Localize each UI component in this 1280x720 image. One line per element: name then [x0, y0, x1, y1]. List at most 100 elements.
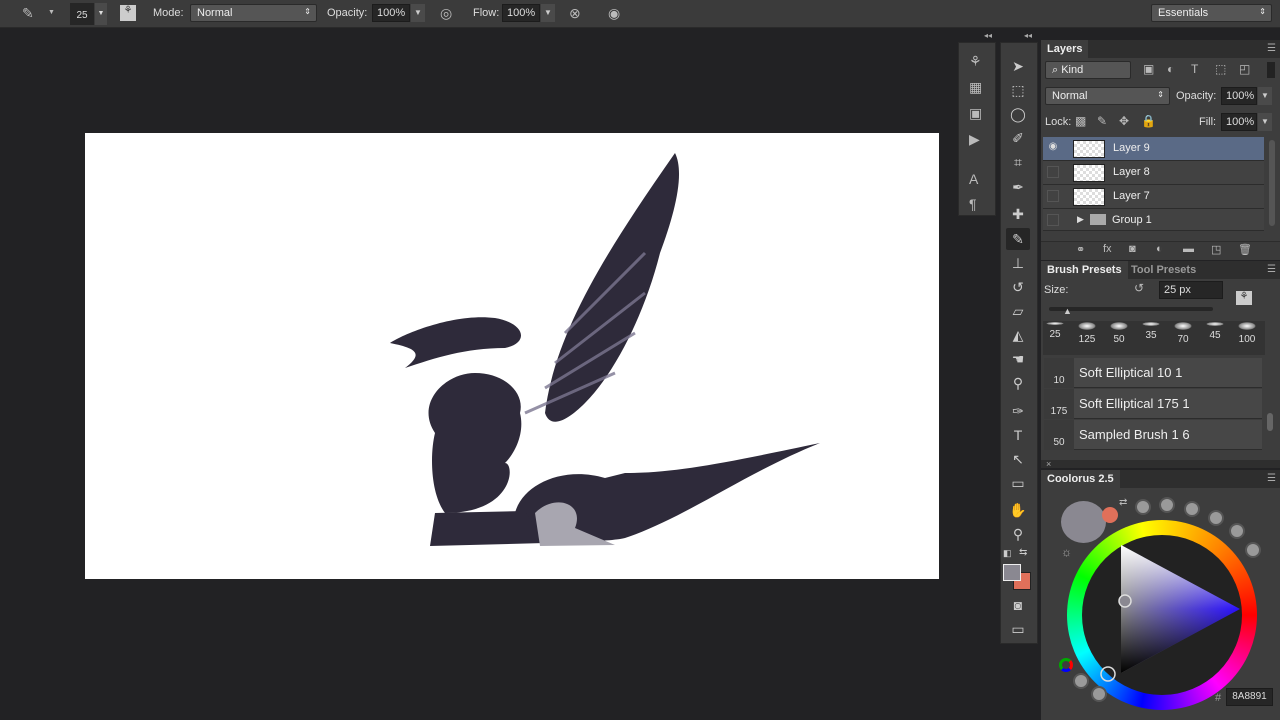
fx-icon[interactable]: fx	[1103, 243, 1112, 255]
layer-row[interactable]: Layer 8	[1043, 161, 1264, 185]
layer-row[interactable]: ◉ Layer 9	[1043, 137, 1264, 161]
tab-tool-presets[interactable]: Tool Presets	[1125, 261, 1202, 279]
foreground-color-swatch[interactable]	[1003, 564, 1021, 581]
panel-menu-icon[interactable]: ☰	[1267, 43, 1276, 54]
healing-brush-tool-icon[interactable]: ✚	[1006, 203, 1030, 225]
tab-layers[interactable]: Layers	[1041, 40, 1089, 58]
filter-type-icon[interactable]: T	[1191, 62, 1198, 76]
zoom-tool-icon[interactable]: ⚲	[1006, 523, 1030, 545]
lock-image-icon[interactable]: ✎	[1097, 114, 1107, 128]
move-tool-icon[interactable]: ➤	[1006, 55, 1030, 77]
tab-coolorus[interactable]: Coolorus 2.5	[1041, 470, 1120, 488]
type-tool-icon[interactable]: T	[1006, 424, 1030, 446]
lasso-tool-icon[interactable]: ◯	[1006, 103, 1030, 125]
clone-stamp-tool-icon[interactable]: ⊥	[1006, 252, 1030, 274]
visibility-toggle[interactable]	[1047, 166, 1059, 178]
layer-filter-select[interactable]: ⌕ Kind	[1045, 61, 1131, 79]
size-slider[interactable]	[1049, 307, 1213, 311]
lock-all-icon[interactable]: 🔒	[1141, 114, 1156, 128]
opacity-dropdown[interactable]: ▼	[411, 4, 425, 22]
collapse-toolbar-icon[interactable]: ◂◂	[1024, 31, 1032, 40]
color-mode-icon[interactable]	[1059, 658, 1073, 672]
saturation-triangle[interactable]	[1067, 520, 1257, 710]
color-preset[interactable]	[1184, 501, 1200, 517]
new-group-icon[interactable]: ▬	[1183, 243, 1194, 255]
marquee-tool-icon[interactable]: ⬚	[1006, 79, 1030, 101]
fill-dropdown[interactable]: ▼	[1258, 113, 1272, 131]
stop-button[interactable]	[1091, 686, 1107, 702]
paragraph-panel-icon[interactable]: ¶	[969, 196, 977, 212]
3d-panel-icon[interactable]: ▣	[969, 105, 982, 122]
layer-opacity-dropdown[interactable]: ▼	[1258, 87, 1272, 105]
visibility-toggle[interactable]	[1047, 214, 1059, 226]
character-panel-icon[interactable]: A	[969, 171, 978, 187]
brush-tool-icon[interactable]: ✎	[1006, 228, 1030, 250]
brush-preset-tile[interactable]: 35	[1135, 322, 1167, 341]
brush-panel-toggle-icon[interactable]: ⚘	[120, 5, 136, 21]
paint-bucket-tool-icon[interactable]: ◭	[1006, 324, 1030, 346]
layer-row-group[interactable]: ▶ Group 1	[1043, 209, 1264, 231]
filter-shape-icon[interactable]: ⬚	[1215, 62, 1226, 76]
filter-pixel-icon[interactable]: ▣	[1143, 62, 1154, 76]
flow-dropdown[interactable]: ▼	[541, 4, 555, 22]
tab-brush-presets[interactable]: Brush Presets	[1041, 261, 1128, 279]
hex-input[interactable]: 8A8891	[1226, 688, 1273, 706]
pressure-opacity-icon[interactable]: ◎	[440, 5, 452, 22]
hand-rotate-tool-icon[interactable]: ✋	[1006, 499, 1030, 521]
panel-menu-icon[interactable]: ☰	[1267, 473, 1276, 484]
brush-list-item[interactable]: 10 Soft Elliptical 10 1	[1044, 358, 1262, 388]
mixer-button[interactable]	[1073, 673, 1089, 689]
brush-preset-tile[interactable]: 100	[1231, 322, 1263, 345]
lock-transparent-icon[interactable]: ▩	[1075, 114, 1086, 128]
brush-picker-dropdown[interactable]: ▼	[95, 3, 107, 25]
expand-triangle-icon[interactable]: ▶	[1077, 214, 1084, 225]
tool-presets-icon[interactable]: ⚘	[969, 53, 982, 70]
color-preset[interactable]	[1135, 499, 1151, 515]
swatches-grid-icon[interactable]: ▦	[969, 79, 982, 96]
mode-select[interactable]: Normal ⇕	[190, 4, 317, 22]
delete-layer-icon[interactable]: 🗑	[1238, 243, 1252, 256]
size-input[interactable]: 25 px	[1159, 281, 1223, 299]
layers-scrollbar[interactable]	[1269, 140, 1275, 226]
filter-smart-object-icon[interactable]: ◰	[1239, 62, 1250, 76]
path-selection-tool-icon[interactable]: ↖	[1006, 448, 1030, 470]
dodge-tool-icon[interactable]: ⚲	[1006, 372, 1030, 394]
eraser-tool-icon[interactable]: ▱	[1006, 300, 1030, 322]
size-slider-handle[interactable]: ▲	[1063, 306, 1072, 316]
visibility-toggle[interactable]	[1047, 190, 1059, 202]
brush-list-scrollbar[interactable]	[1267, 413, 1273, 431]
adjustment-layer-icon[interactable]: ◐	[1156, 243, 1163, 255]
panel-menu-icon[interactable]: ☰	[1267, 264, 1276, 275]
default-colors-icon[interactable]: ◧	[1003, 548, 1012, 559]
link-layers-icon[interactable]: ⚭	[1076, 243, 1085, 256]
brush-preset-tile[interactable]: 45	[1199, 322, 1231, 341]
layer-row[interactable]: Layer 7	[1043, 185, 1264, 209]
history-brush-tool-icon[interactable]: ↺	[1006, 276, 1030, 298]
quick-mask-icon[interactable]: ◙	[1006, 594, 1030, 616]
smudge-tool-icon[interactable]: ☚	[1006, 348, 1030, 370]
reset-size-icon[interactable]: ↺	[1134, 281, 1144, 295]
add-mask-icon[interactable]: ◙	[1129, 243, 1136, 255]
color-preset[interactable]	[1159, 497, 1175, 513]
rectangle-tool-icon[interactable]: ▭	[1006, 472, 1030, 494]
filter-adjustment-icon[interactable]: ◐	[1167, 62, 1174, 76]
blend-mode-select[interactable]: Normal ⇕	[1045, 87, 1170, 105]
lock-position-icon[interactable]: ✥	[1119, 114, 1129, 128]
brush-preset-tile[interactable]: 25	[1039, 322, 1071, 340]
actions-play-icon[interactable]: ▶	[969, 131, 980, 148]
brush-panel-toggle-icon[interactable]: ⚘	[1236, 291, 1252, 305]
fill-input[interactable]: 100%	[1221, 113, 1257, 131]
brush-preset-tile[interactable]: 70	[1167, 322, 1199, 345]
crop-tool-icon[interactable]: ⌗	[1006, 151, 1030, 173]
brush-tool-icon[interactable]: ✎	[22, 5, 34, 22]
brush-list-item[interactable]: 50 Sampled Brush 1 6	[1044, 420, 1262, 450]
opacity-input[interactable]: 100%	[372, 4, 410, 22]
swap-colors-icon[interactable]: ⇆	[1019, 547, 1027, 558]
swap-icon[interactable]: ⇄	[1119, 497, 1127, 508]
eye-icon[interactable]: ◉	[1047, 142, 1059, 154]
brush-preset-tile[interactable]: 50	[1103, 322, 1135, 345]
pen-tool-icon[interactable]: ✑	[1006, 400, 1030, 422]
quick-select-tool-icon[interactable]: ✐	[1006, 127, 1030, 149]
workspace-select[interactable]: Essentials ⇕	[1151, 4, 1272, 22]
hue-wheel[interactable]	[1067, 520, 1257, 710]
